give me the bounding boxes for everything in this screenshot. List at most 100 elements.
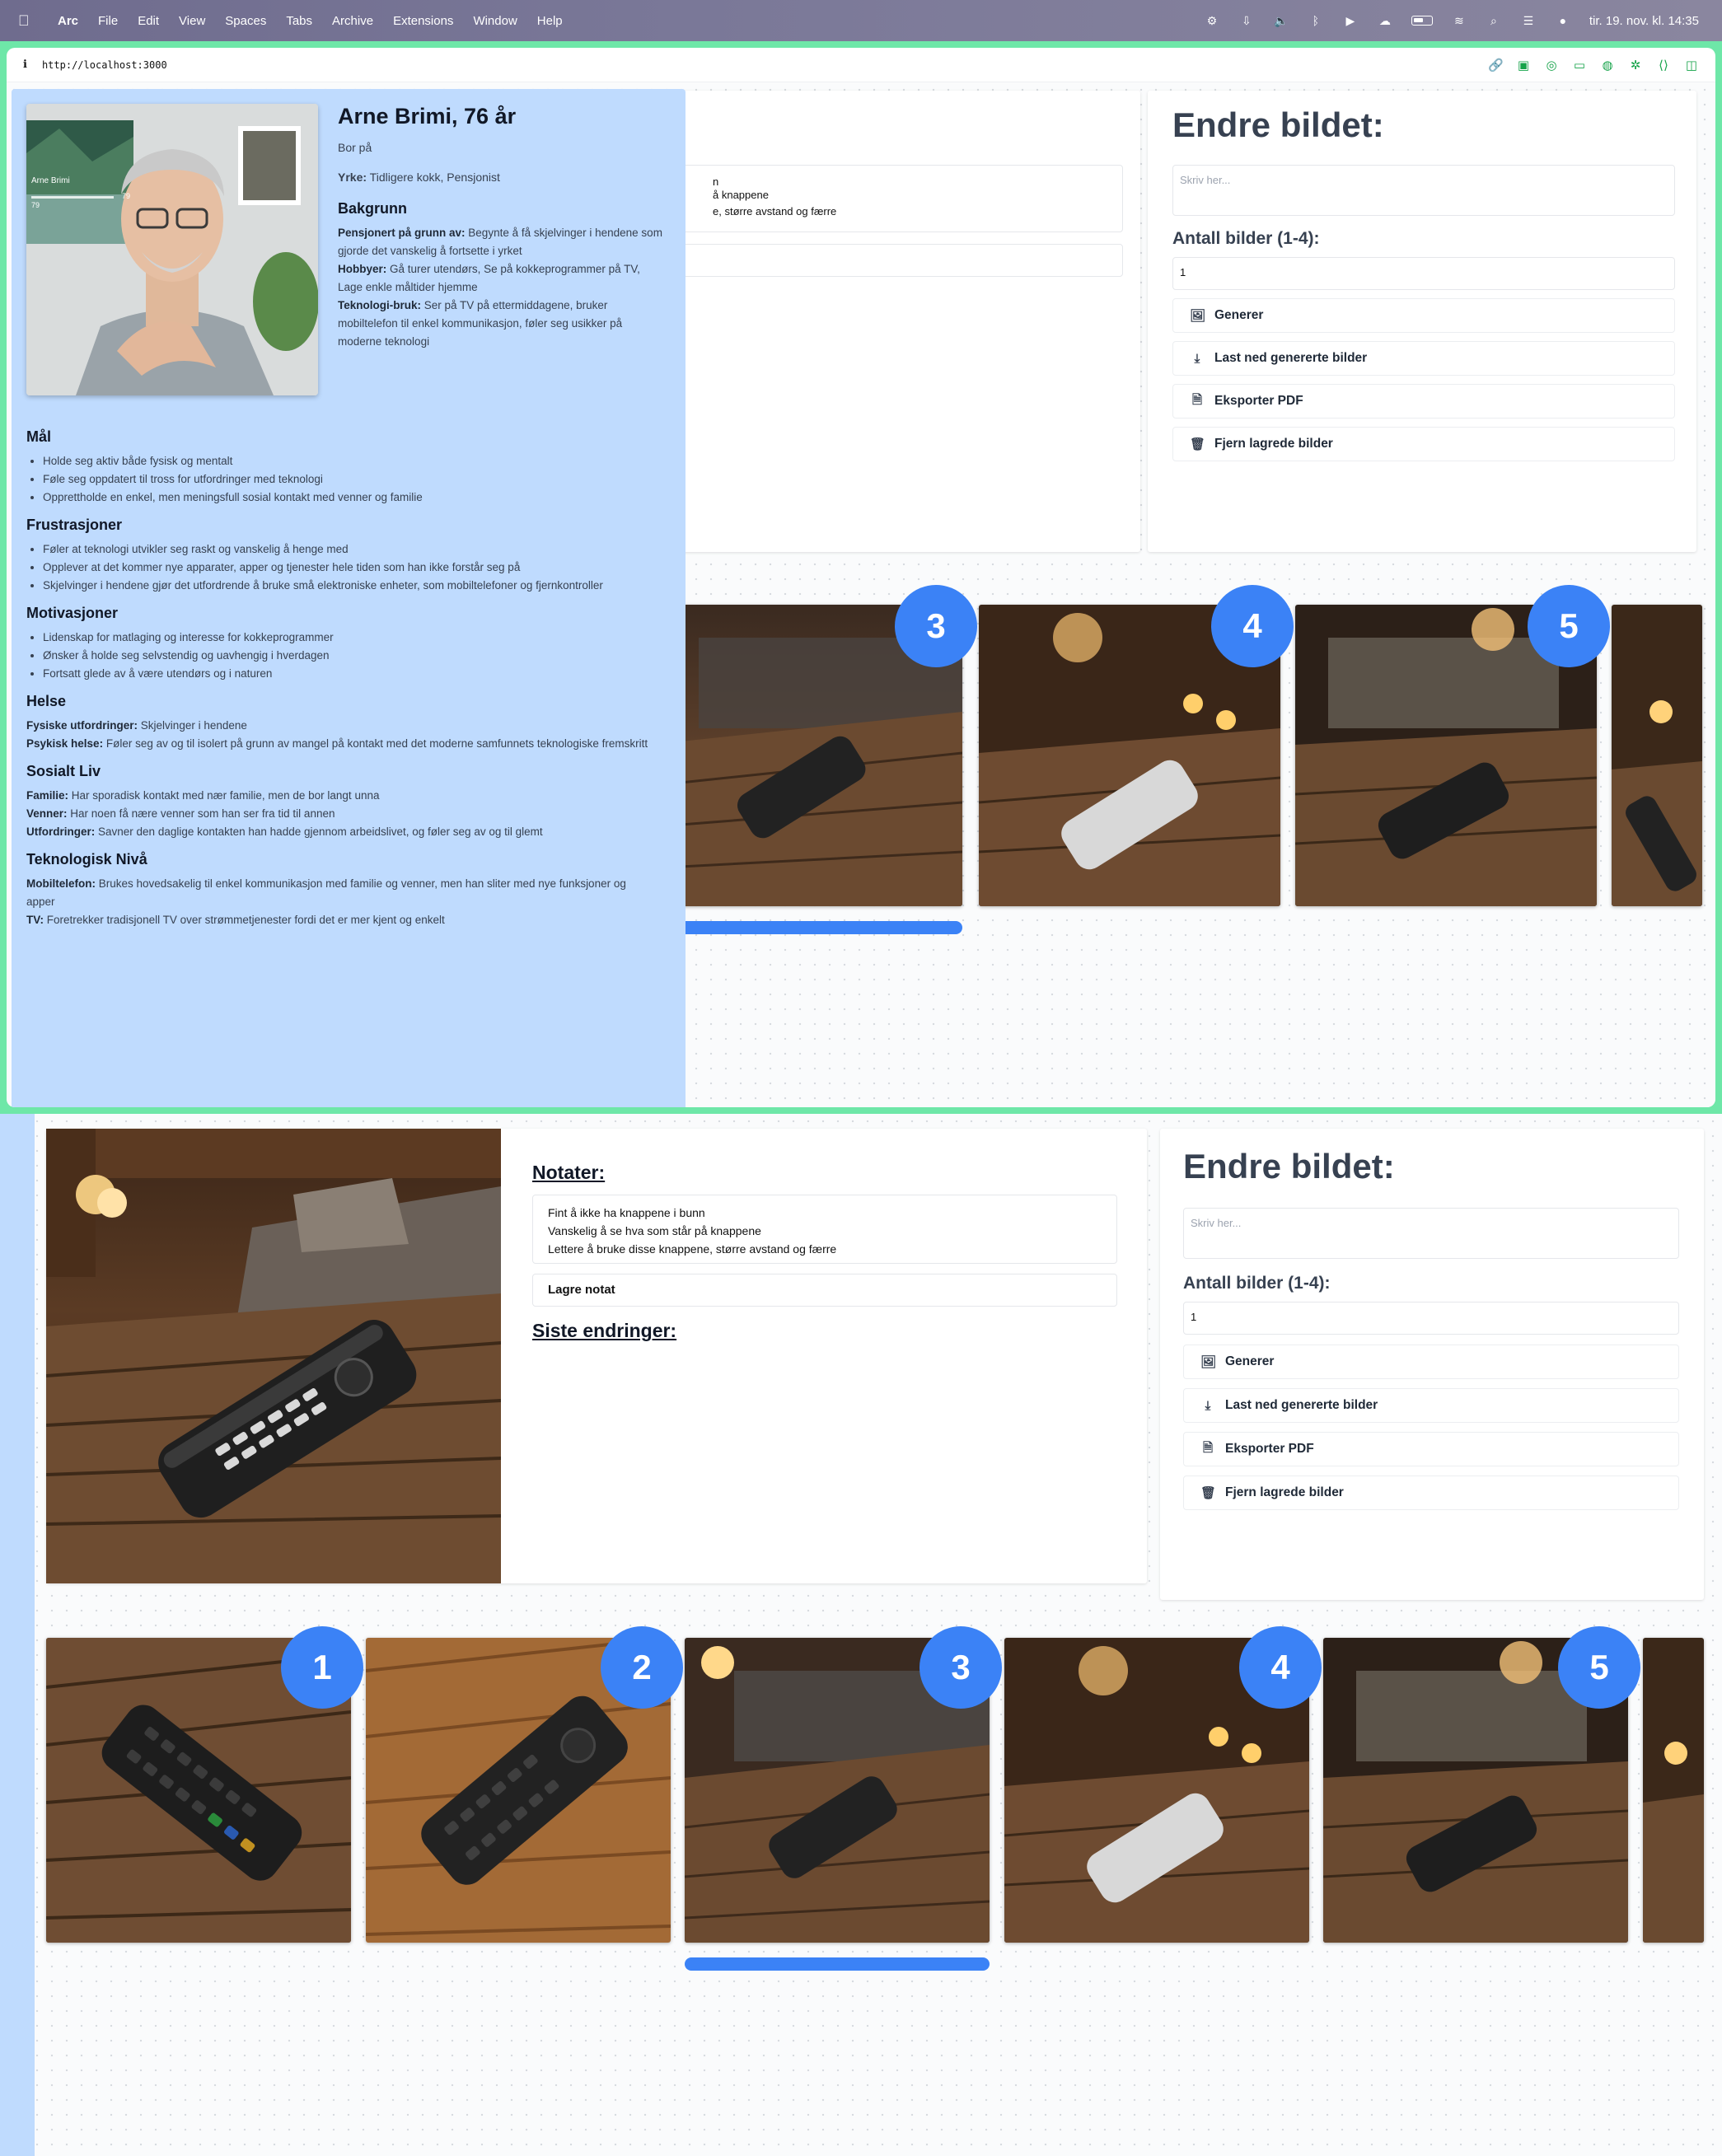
generate-label-upper: Generer [1214,308,1264,322]
badge-3[interactable]: 3 [919,1626,1002,1709]
menu-edit[interactable]: Edit [138,14,159,28]
url-bar[interactable]: ℹ http://localhost:3000 🔗 ▣ ◎ ▭ ◍ ✲ ⟨⟩ ◫ [7,48,1715,82]
notes-line-2-partial: å knappene [713,189,769,201]
export-pdf-button-upper[interactable]: 🗎 Eksporter PDF [1172,384,1675,419]
menu-spaces[interactable]: Spaces [225,14,266,28]
menu-archive[interactable]: Archive [332,14,373,28]
siri-icon[interactable]: ● [1555,14,1571,27]
battery-icon[interactable] [1411,16,1433,26]
social-value-1: Har sporadisk kontakt med nær familie, m… [71,789,380,802]
background-key-2: Hobbyer: [338,263,387,275]
save-note-button[interactable]: Lagre notat [532,1274,1117,1307]
frustration-item: Skjelvinger i hendene gjør det utfordren… [43,577,653,595]
background-title: Bakgrunn [338,200,408,217]
export-pdf-button[interactable]: 🗎 Eksporter PDF [1183,1432,1679,1466]
split-view-icon[interactable]: ◫ [1684,58,1699,72]
menu-view[interactable]: View [179,14,205,28]
camera-icon[interactable]: ◎ [1544,58,1559,72]
generate-button-upper[interactable]: 🖼 Generer [1172,298,1675,333]
persona-occupation: Yrke: Tidligere kokk, Pensjonist [338,171,667,184]
link-icon[interactable]: 🔗 [1488,58,1504,72]
health-item-1: Fysiske utfordringer: Skjelvinger i hend… [26,717,653,735]
menu-tabs[interactable]: Tabs [286,14,312,28]
health-item-2: Psykisk helse: Føler seg av og til isole… [26,735,653,753]
export-label: Eksporter PDF [1225,1442,1314,1456]
lower-view: Notater: Fint å ikke ha knappene i bunn … [0,1114,1722,2156]
download-label-upper: Last ned genererte bilder [1214,351,1368,365]
window-icon[interactable]: ▭ [1572,58,1587,72]
count-label-upper: Antall bilder (1-4): [1172,229,1320,248]
notes-line-3-partial: e, større avstand og færre [713,205,837,217]
url-text[interactable]: http://localhost:3000 [42,59,167,71]
pdf-icon: 🗎 [1202,1440,1214,1455]
browser-window: ℹ http://localhost:3000 🔗 ▣ ◎ ▭ ◍ ✲ ⟨⟩ ◫… [0,41,1722,1114]
edit-card: Endre bildet: Skriv her... Antall bilder… [1160,1129,1704,1600]
health-value-2: Føler seg av og til isolert på grunn av … [105,737,648,750]
globe-icon[interactable]: ◍ [1600,58,1615,72]
download-button[interactable]: ⤓ Last ned genererte bilder [1183,1388,1679,1423]
generate-label: Generer [1225,1354,1275,1368]
search-icon[interactable]: ⌕ [1486,14,1502,27]
selected-indicator [685,1957,990,1971]
trash-icon: 🗑 [1190,437,1206,451]
notes-card-upper: n å knappene e, større avstand og færre [649,91,1140,552]
download-button-upper[interactable]: ⤓ Last ned genererte bilder [1172,341,1675,376]
count-input[interactable]: 1 [1183,1302,1679,1335]
menu-help[interactable]: Help [537,14,563,28]
control-center-icon[interactable]: ☰ [1520,14,1537,27]
play-icon[interactable]: ▶ [1342,14,1359,27]
badge-3-upper[interactable]: 3 [895,585,977,667]
save-note-button-upper[interactable] [666,244,1123,277]
main-editor-card: Notater: Fint å ikke ha knappene i bunn … [46,1129,1147,1583]
bluetooth-icon[interactable]: ᛒ [1308,14,1324,27]
count-input-upper[interactable]: 1 [1172,257,1675,290]
menu-app[interactable]: Arc [58,14,78,28]
count-label: Antall bilder (1-4): [1183,1274,1331,1293]
main-image[interactable] [46,1129,501,1583]
menubar-datetime[interactable]: tir. 19. nov. kl. 14:35 [1589,14,1699,28]
volume-icon[interactable]: 🔈 [1273,14,1289,27]
badge-2[interactable]: 2 [601,1626,683,1709]
social-value-3: Savner den daglige kontakten han hadde g… [98,825,543,838]
persona-panel: Arne Brimi 79 79 Arne Brimi, 76 år Bor p… [12,89,686,1107]
badge-5[interactable]: 5 [1558,1626,1640,1709]
edit-card-upper: Endre bildet: Skriv her... Antall bilder… [1148,91,1696,552]
gallery-image-6-upper[interactable] [1612,605,1702,906]
code-icon[interactable]: ⟨⟩ [1656,58,1671,72]
badge-4[interactable]: 4 [1239,1626,1322,1709]
extension-icon[interactable]: ✲ [1628,58,1643,72]
frustrations-title: Frustrasjoner [26,517,123,533]
apple-icon[interactable]:  [18,12,43,30]
capture-icon[interactable]: ▣ [1516,58,1531,72]
menu-window[interactable]: Window [473,14,517,28]
persona-header: Arne Brimi, 76 år Bor på Yrke: Tidligere… [338,104,667,351]
remove-images-button[interactable]: 🗑 Fjern lagrede bilder [1183,1476,1679,1510]
generate-button[interactable]: 🖼 Generer [1183,1345,1679,1379]
remove-images-button-upper[interactable]: 🗑 Fjern lagrede bilder [1172,427,1675,461]
menu-file[interactable]: File [98,14,118,28]
notes-textarea-upper[interactable]: n å knappene e, større avstand og færre [666,165,1123,232]
cloud-icon[interactable]: ☁ [1377,14,1393,27]
tech-value-1: Brukes hovedsakelig til enkel kommunikas… [26,877,626,908]
badge-5-upper[interactable]: 5 [1528,585,1610,667]
wifi-icon[interactable]: ≋ [1451,14,1467,27]
goals-title: Mål [26,428,52,445]
download-status-icon[interactable]: ⇩ [1238,14,1255,27]
motivation-item: Ønsker å holde seg selvstendig og uavhen… [43,647,653,665]
tech-item-1: Mobiltelefon: Brukes hovedsakelig til en… [26,875,653,911]
gear-status-icon[interactable]: ⚙ [1204,14,1220,27]
notes-textarea[interactable]: Fint å ikke ha knappene i bunn Vanskelig… [532,1195,1117,1264]
background-item-3: Teknologi-bruk: Ser på TV på ettermiddag… [338,297,667,351]
menu-extensions[interactable]: Extensions [393,14,453,28]
goal-item: Føle seg oppdatert til tross for utfordr… [43,470,653,489]
badge-1[interactable]: 1 [281,1626,363,1709]
social-item-2: Venner: Har noen få nære venner som han … [26,805,653,823]
gallery-image-6[interactable] [1643,1638,1704,1943]
info-icon[interactable]: ℹ [23,58,27,71]
background-item-1: Pensjonert på grunn av: Begynte å få skj… [338,224,667,260]
goal-item: Holde seg aktiv både fysisk og mentalt [43,452,653,470]
prompt-input[interactable]: Skriv her... [1183,1208,1679,1259]
persona-lives: Bor på [338,141,372,154]
badge-4-upper[interactable]: 4 [1211,585,1294,667]
prompt-input-upper[interactable]: Skriv her... [1172,165,1675,216]
